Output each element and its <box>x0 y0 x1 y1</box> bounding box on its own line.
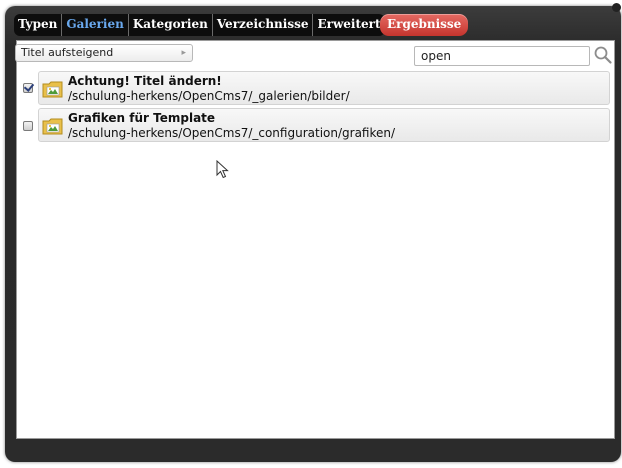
tab-kategorien[interactable]: Kategorien <box>128 14 213 36</box>
chevron-right-icon: ▸ <box>181 48 186 58</box>
gallery-checkbox-1[interactable] <box>23 83 33 93</box>
gallery-title: Achtung! Titel ändern! <box>68 74 222 88</box>
tab-erweitert[interactable]: Erweitert <box>313 14 385 36</box>
close-dot[interactable] <box>612 3 621 12</box>
gallery-checkbox-2[interactable] <box>23 121 33 131</box>
tab-bar: Typen Galerien Kategorien Verzeichnisse … <box>14 14 385 36</box>
gallery-title: Grafiken für Template <box>68 111 216 125</box>
sort-select[interactable]: Titel aufsteigend ▸ <box>15 44 193 62</box>
tab-galerien[interactable]: Galerien <box>62 14 129 36</box>
tab-typen[interactable]: Typen <box>14 14 63 36</box>
gallery-list-item[interactable]: Grafiken für Template /schulung-herkens/… <box>38 108 610 142</box>
gallery-list-item[interactable]: Achtung! Titel ändern! /schulung-herkens… <box>38 71 610 105</box>
mouse-pointer-icon <box>216 160 229 179</box>
folder-image-icon <box>42 118 63 135</box>
gallery-path: /schulung-herkens/OpenCms7/_configuratio… <box>68 126 396 140</box>
sort-select-value: Titel aufsteigend <box>21 46 114 59</box>
search-input[interactable] <box>414 46 590 66</box>
gallery-path: /schulung-herkens/OpenCms7/_galerien/bil… <box>68 89 350 103</box>
search-icon[interactable] <box>593 45 613 65</box>
results-button[interactable]: Ergebnisse <box>380 14 469 36</box>
folder-image-icon <box>42 81 63 98</box>
tab-verzeichnisse[interactable]: Verzeichnisse <box>212 14 314 36</box>
